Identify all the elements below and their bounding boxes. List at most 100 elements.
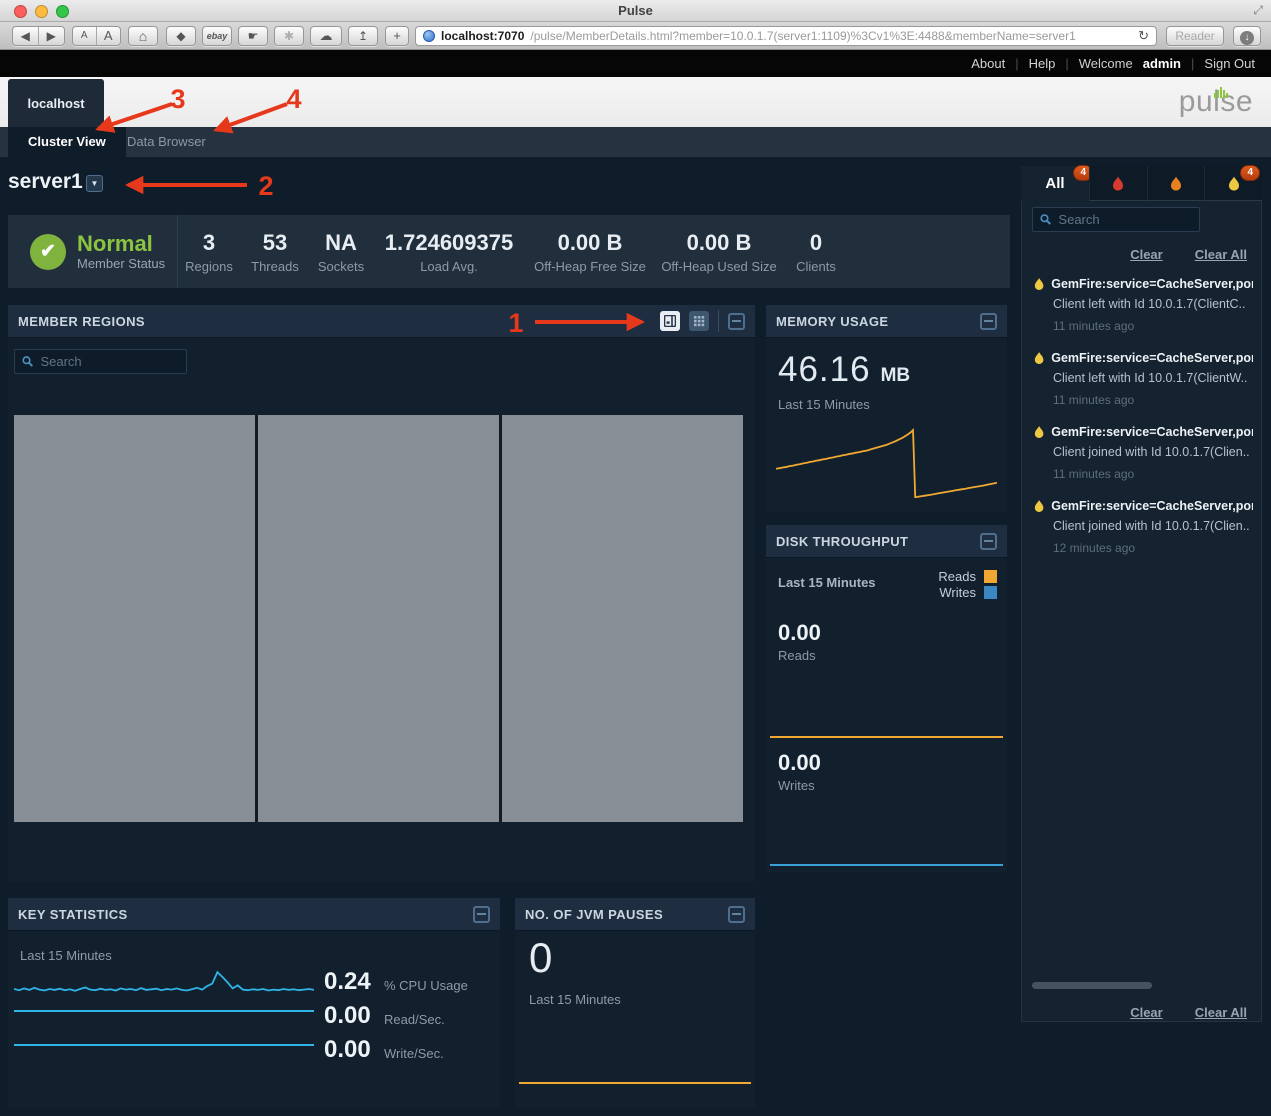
smaller-text-button[interactable]: A (73, 27, 97, 45)
separator: | (1191, 56, 1194, 71)
url-field[interactable]: localhost:7070 /pulse/MemberDetails.html… (415, 26, 1157, 46)
bookmark-ebay-icon[interactable]: ebay (202, 26, 232, 46)
disk-writes-stat: 0.00 Writes (778, 750, 821, 793)
stat-value: 0 (786, 230, 846, 256)
status-check-icon: ✔ (30, 234, 66, 270)
treemap-view-button[interactable] (660, 311, 680, 331)
panel-title: MEMORY USAGE (776, 314, 888, 329)
legend-entry: Writes (938, 585, 997, 600)
collapse-disk-throughput-button[interactable] (980, 533, 997, 550)
legend-swatch (984, 586, 997, 599)
stat-value: 53 (245, 230, 305, 256)
legend-label: Reads (938, 569, 976, 584)
disk-throughput-legend: ReadsWrites (938, 569, 997, 601)
disk-reads-stat: 0.00 Reads (778, 620, 821, 663)
member-regions-search-input[interactable] (40, 354, 179, 369)
stat-label: Regions (179, 259, 239, 274)
forward-button[interactable]: ▶ (39, 27, 64, 45)
read-sec-value: 0.00 (324, 1002, 371, 1030)
sign-out-link[interactable]: Sign Out (1204, 56, 1255, 71)
bookmark-diamond-icon[interactable]: ◆ (166, 26, 196, 46)
window-resize-icon: ⤢ (1253, 3, 1263, 18)
notification-item[interactable]: GemFire:service=CacheServer,port=404Clie… (1022, 495, 1261, 569)
bookmark-asterisk-icon[interactable]: ✱ (274, 26, 304, 46)
text-size-buttons: A A (72, 26, 121, 46)
status-stat: 53 Threads (245, 230, 305, 274)
grid-view-button[interactable] (689, 311, 709, 331)
clear-row-bottom: Clear Clear All (1130, 1005, 1247, 1020)
member-status-bar: ✔ Normal Member Status 3Regions53 Threads… (8, 215, 1010, 288)
browser-titlebar: Pulse ⤢ (0, 0, 1271, 22)
read-sec-line (14, 1010, 314, 1012)
collapse-member-regions-button[interactable] (728, 313, 745, 330)
browser-toolbar: ◀ ▶ A A ⌂ ◆ ebay ☛ ✱ ☁ ↥ + localhost:707… (0, 22, 1271, 50)
share-button[interactable]: ↥ (348, 26, 378, 46)
notification-message: Client joined with Id 10.0.1.7(Clien.. (1053, 445, 1253, 459)
notification-item[interactable]: GemFire:service=CacheServer,port=404Clie… (1022, 421, 1261, 495)
back-button[interactable]: ◀ (13, 27, 39, 45)
notification-item[interactable]: GemFire:service=CacheServer,port=404Clie… (1022, 347, 1261, 421)
icloud-button[interactable]: ☁ (310, 26, 342, 46)
write-sec-value: 0.00 (324, 1036, 371, 1064)
member-dropdown-button[interactable]: ▼ (86, 175, 103, 192)
warning-count-badge: 4 (1240, 165, 1260, 181)
bookmark-hand-icon[interactable]: ☛ (238, 26, 268, 46)
clear-button[interactable]: Clear (1130, 1005, 1163, 1020)
collapse-key-statistics-button[interactable] (473, 906, 490, 923)
collapse-memory-usage-button[interactable] (980, 313, 997, 330)
key-statistics-caption: Last 15 Minutes (20, 948, 112, 963)
about-link[interactable]: About (971, 56, 1005, 71)
member-status-cell: ✔ Normal Member Status (8, 215, 178, 288)
clear-all-button[interactable]: Clear All (1195, 1005, 1247, 1020)
disk-writes-label: Writes (778, 778, 821, 793)
flame-icon (1034, 499, 1044, 513)
treemap-region-block[interactable] (14, 415, 255, 822)
logo-equalizer-bars-icon (1214, 87, 1228, 98)
reader-button[interactable]: Reader (1166, 26, 1224, 46)
notifications-tab-severe[interactable] (1089, 166, 1147, 201)
treemap-region-block[interactable] (258, 415, 499, 822)
notifications-search-input[interactable] (1058, 212, 1192, 227)
logo-text: pu (1179, 85, 1213, 118)
downloads-button[interactable]: ↓ (1233, 26, 1261, 46)
home-button[interactable]: ⌂ (128, 26, 158, 46)
warning-flame-icon (1228, 176, 1240, 191)
stat-label: Threads (245, 259, 305, 274)
status-stat: 3Regions (179, 230, 239, 274)
error-flame-icon (1170, 176, 1182, 191)
flame-icon (1034, 277, 1044, 291)
tab-data-browser[interactable]: Data Browser (107, 127, 226, 157)
new-tab-button[interactable]: + (385, 26, 409, 46)
collapse-jvm-pauses-button[interactable] (728, 906, 745, 923)
flame-icon (1034, 351, 1044, 365)
horizontal-scrollbar[interactable] (1032, 982, 1152, 989)
status-stat: NASockets (311, 230, 371, 274)
help-link[interactable]: Help (1029, 56, 1056, 71)
notification-message: Client joined with Id 10.0.1.7(Clien.. (1053, 519, 1253, 533)
cpu-usage-label: % CPU Usage (384, 978, 468, 993)
notification-title: GemFire:service=CacheServer,port=404 (1051, 277, 1253, 291)
memory-unit: MB (881, 365, 911, 386)
status-stat: 0Clients (786, 230, 846, 274)
member-regions-panel: MEMBER REGIONS (8, 305, 755, 882)
clear-button[interactable]: Clear (1130, 247, 1163, 262)
notifications-tab-error[interactable] (1147, 166, 1205, 201)
notifications-tab-warning[interactable]: 4 (1204, 166, 1262, 201)
larger-text-button[interactable]: A (97, 27, 120, 45)
host-tab-localhost[interactable]: localhost (8, 79, 104, 127)
welcome-text: Welcome (1079, 56, 1133, 71)
reload-button[interactable]: ↻ (1138, 28, 1149, 44)
member-regions-search (14, 349, 187, 374)
memory-usage-header: MEMORY USAGE (766, 305, 1007, 338)
notification-time: 11 minutes ago (1053, 319, 1253, 333)
key-statistics-header: KEY STATISTICS (8, 898, 500, 931)
download-arrow-icon: ↓ (1240, 31, 1254, 45)
treemap-region-block[interactable] (502, 415, 743, 822)
key-statistics-panel: KEY STATISTICS Last 15 Minutes 0.24 % CP… (8, 898, 500, 1108)
clear-all-button[interactable]: Clear All (1195, 247, 1247, 262)
notification-item[interactable]: GemFire:service=CacheServer,port=404Clie… (1022, 273, 1261, 347)
notifications-tab-all[interactable]: All 4 (1021, 166, 1089, 201)
disk-reads-label: Reads (778, 648, 821, 663)
jvm-pauses-caption: Last 15 Minutes (529, 992, 621, 1007)
panel-title: KEY STATISTICS (18, 907, 128, 922)
